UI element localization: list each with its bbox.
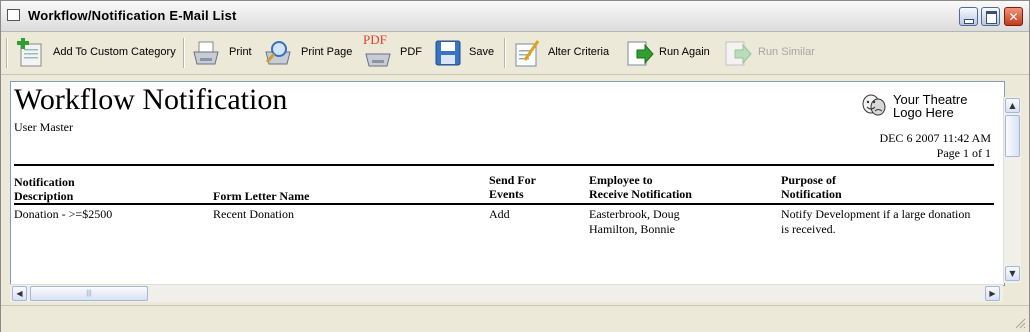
pdf-icon: PDF — [363, 32, 393, 68]
header-rule-bottom — [14, 203, 994, 205]
run-again-button[interactable]: Run Again — [625, 36, 713, 70]
add-category-icon — [17, 38, 42, 67]
close-icon: ✕ — [1008, 10, 1019, 24]
column-header-line: Send For — [489, 173, 537, 187]
print-icon — [193, 41, 219, 65]
add-to-custom-category-label: Add To Custom Category — [53, 46, 176, 58]
print-page-icon — [265, 41, 291, 65]
report-page-number: Page 1 of 1 — [936, 146, 991, 160]
cell-employee: Easterbrook, Doug Hamilton, Bonnie — [589, 207, 680, 237]
cell-form-letter: Recent Donation — [213, 207, 294, 221]
print-page-button[interactable]: Print Page — [263, 36, 355, 70]
column-header-line: Notification — [14, 175, 75, 189]
column-header-purpose: Purpose of Notification — [781, 173, 842, 201]
scroll-up-button[interactable]: ▲ — [1005, 98, 1020, 113]
scroll-right-button[interactable]: ▶ — [985, 286, 1000, 301]
vertical-scroll-thumb[interactable] — [1005, 115, 1020, 157]
run-similar-label: Run Similar — [758, 46, 815, 58]
window-icon[interactable] — [7, 9, 20, 21]
save-icon — [435, 40, 461, 66]
title-bar[interactable]: Workflow/Notification E-Mail List ✕ — [1, 1, 1029, 32]
toolbar-grip — [6, 38, 8, 68]
theatre-logo-icon — [862, 94, 886, 116]
column-header-employee: Employee to Receive Notification — [589, 173, 692, 201]
column-header-send-for-events: Send For Events — [489, 173, 536, 201]
cell-purpose: Notify Development if a large donation i… — [781, 207, 970, 237]
minimize-icon — [964, 19, 974, 24]
print-page-label: Print Page — [301, 46, 353, 58]
print-button[interactable]: Print — [191, 36, 255, 70]
employee-name: Hamilton, Bonnie — [589, 222, 675, 236]
report-subtitle: User Master — [14, 120, 73, 134]
report-title: Workflow Notification — [14, 83, 288, 116]
column-header-line: Notification — [781, 187, 842, 201]
purpose-line: Notify Development if a large donation — [781, 207, 971, 221]
header-rule-top — [14, 164, 994, 166]
run-again-label: Run Again — [659, 46, 710, 58]
logo-text: Your Theatre Logo Here — [893, 93, 993, 119]
pdf-printer-icon — [365, 53, 391, 67]
maximize-icon — [986, 11, 997, 24]
alter-criteria-label: Alter Criteria — [548, 46, 610, 58]
save-button[interactable]: Save — [433, 36, 497, 70]
column-header-notification-description: Notification Description — [14, 175, 75, 203]
pdf-label: PDF — [400, 46, 422, 58]
scroll-down-button[interactable]: ▼ — [1005, 266, 1020, 281]
resize-grip-icon[interactable] — [1014, 317, 1026, 329]
pdf-button[interactable]: PDF PDF — [363, 32, 425, 70]
toolbar-separator — [504, 38, 506, 68]
column-header-line: Events — [489, 187, 524, 201]
vertical-scrollbar[interactable]: ▲ ▼ — [1003, 97, 1021, 283]
maximize-button[interactable] — [981, 7, 1000, 26]
status-bar — [1, 305, 1029, 332]
logo-line-2: Logo Here — [893, 105, 954, 120]
run-similar-button: Run Similar — [723, 36, 815, 70]
print-label: Print — [229, 46, 252, 58]
column-header-line: Receive Notification — [589, 187, 692, 201]
cell-send-for: Add — [489, 207, 510, 221]
purpose-line: is received. — [781, 222, 836, 236]
toolbar: Add To Custom Category Print Print Page … — [1, 32, 1029, 75]
employee-name: Easterbrook, Doug — [589, 207, 680, 221]
toolbar-separator — [183, 38, 185, 68]
minimize-button[interactable] — [959, 7, 978, 26]
run-similar-icon — [725, 41, 752, 66]
report-view: Workflow Notification User Master Your T… — [10, 81, 1005, 286]
run-again-icon — [627, 41, 654, 66]
column-header-line: Description — [14, 189, 74, 203]
close-button[interactable]: ✕ — [1004, 7, 1023, 26]
window-title: Workflow/Notification E-Mail List — [28, 8, 237, 23]
column-header-form-letter-name: Form Letter Name — [213, 189, 310, 203]
column-header-line: Employee to — [589, 173, 653, 187]
cell-description: Donation - >=$2500 — [14, 207, 113, 221]
scroll-left-button[interactable]: ◀ — [12, 286, 27, 301]
column-header-line: Purpose of — [781, 173, 836, 187]
horizontal-scroll-thumb[interactable]: ||| — [30, 286, 148, 301]
alter-criteria-button[interactable]: Alter Criteria — [513, 36, 613, 70]
report-date: DEC 6 2007 11:42 AM — [879, 131, 991, 145]
alter-criteria-icon — [515, 40, 540, 67]
add-to-custom-category-button[interactable]: Add To Custom Category — [15, 36, 180, 70]
horizontal-scrollbar[interactable]: ◀ ||| ▶ — [10, 284, 1003, 302]
report-window: Workflow/Notification E-Mail List ✕ Add … — [0, 0, 1030, 332]
save-label: Save — [469, 46, 495, 58]
